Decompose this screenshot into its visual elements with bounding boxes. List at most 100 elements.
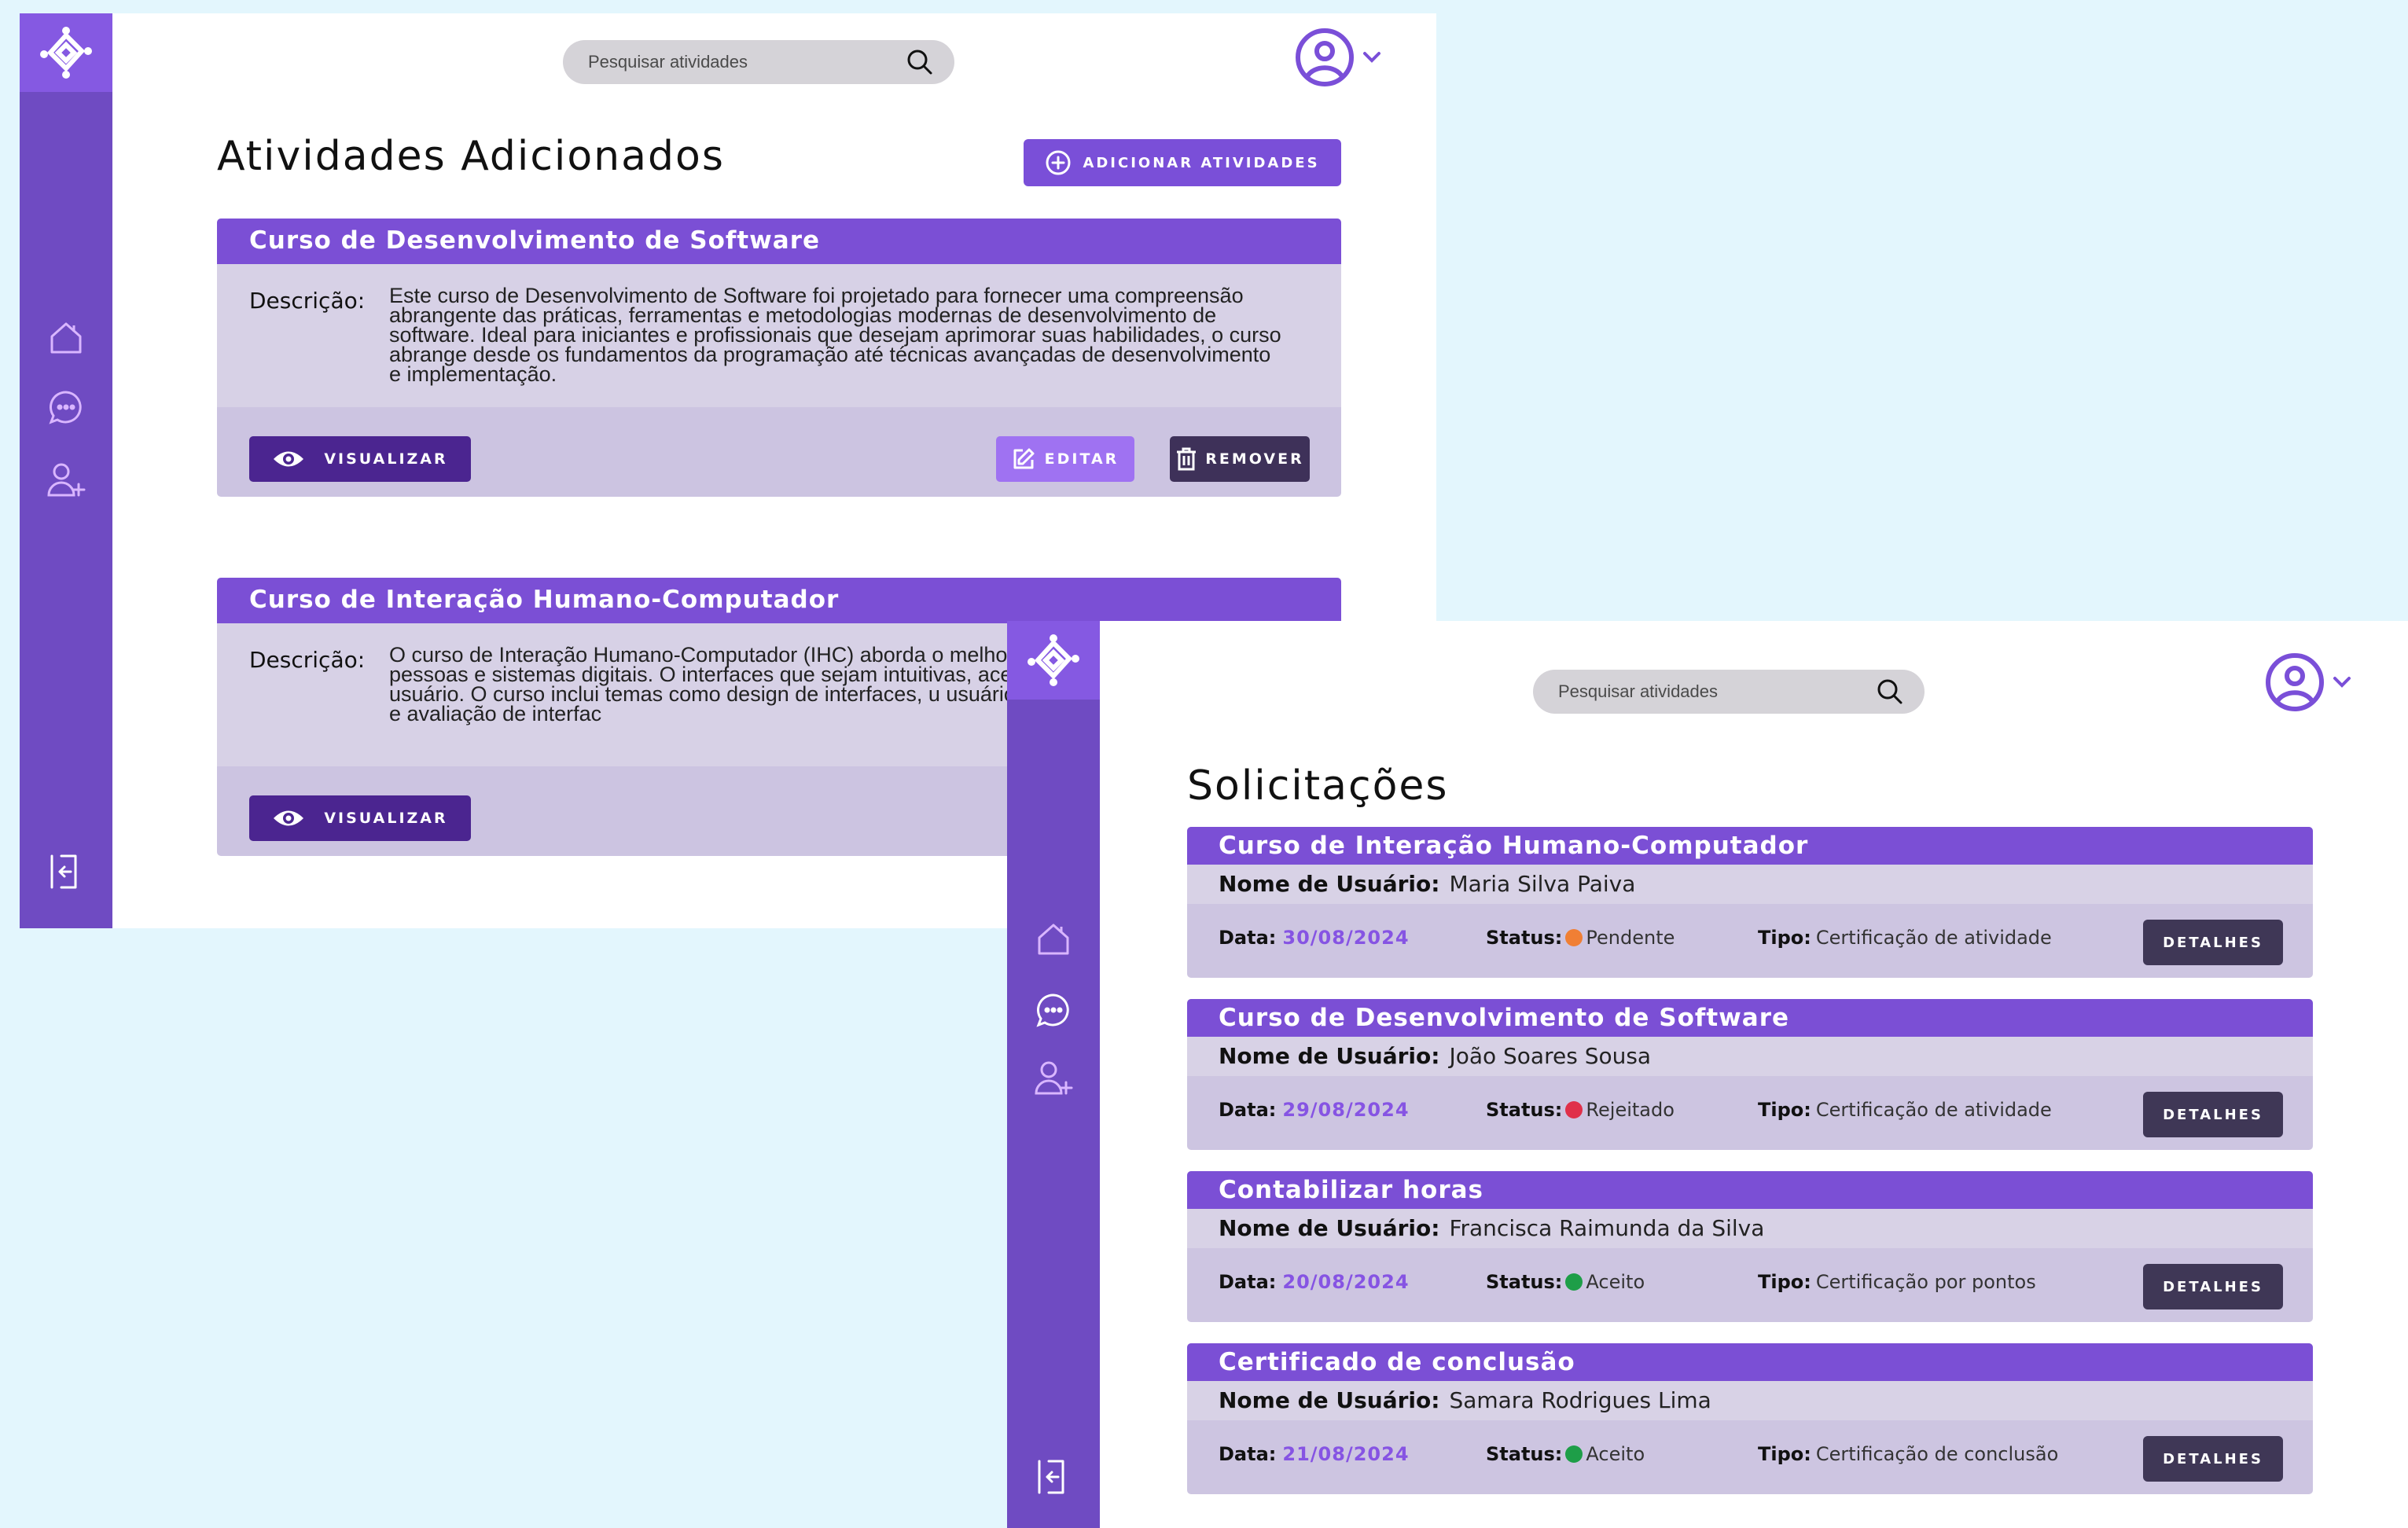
sidebar (1007, 621, 1100, 1528)
status-label: Status: (1486, 1271, 1563, 1293)
edit-icon (1013, 448, 1035, 469)
type-label: Tipo: (1758, 1443, 1811, 1465)
date-value: 21/08/2024 (1282, 1443, 1410, 1465)
app-logo[interactable] (1007, 621, 1100, 700)
user-menu[interactable] (1295, 28, 1381, 87)
search-icon[interactable] (904, 46, 936, 78)
trash-icon (1177, 447, 1197, 471)
edit-button[interactable]: EDITAR (996, 436, 1134, 482)
chevron-down-icon (2333, 677, 2351, 688)
status-field: Status: Aceito (1486, 1271, 1645, 1293)
view-label: VISUALIZAR (324, 450, 448, 468)
description-label: Descrição: (249, 647, 366, 673)
type-value: Certificação de atividade (1815, 1099, 2052, 1121)
status-dot-icon (1565, 929, 1583, 946)
request-title: Curso de Interação Humano-Computador (1187, 827, 2313, 865)
add-activity-button[interactable]: ADICIONAR ATIVIDADES (1024, 139, 1341, 186)
date-value: 20/08/2024 (1282, 1271, 1410, 1293)
logout-icon[interactable] (1007, 1449, 1100, 1504)
details-button[interactable]: DETALHES (2143, 1436, 2283, 1482)
requests-screen: Solicitações Curso de Interação Humano-C… (1007, 621, 2408, 1528)
view-button[interactable]: VISUALIZAR (249, 795, 471, 841)
status-value: Pendente (1586, 927, 1675, 949)
page-title: Atividades Adicionados (217, 133, 725, 180)
user-label: Nome de Usuário: (1219, 871, 1440, 897)
date-label: Data: (1219, 1271, 1277, 1293)
date-field: Data: 30/08/2024 (1219, 927, 1410, 949)
status-dot-icon (1565, 1101, 1583, 1118)
date-value: 29/08/2024 (1282, 1099, 1410, 1121)
request-user-row: Nome de Usuário: João Soares Sousa (1187, 1037, 2313, 1076)
sidebar (20, 13, 112, 928)
user-name: Francisca Raimunda da Silva (1449, 1215, 1765, 1241)
details-button[interactable]: DETALHES (2143, 1264, 2283, 1309)
activity-title: Curso de Interação Humano-Computador (217, 578, 1341, 623)
home-icon[interactable] (20, 310, 112, 365)
status-field: Status: Aceito (1486, 1443, 1645, 1465)
activity-actions: VISUALIZAR EDITAR REMOVER (217, 407, 1341, 497)
date-label: Data: (1219, 927, 1277, 949)
remove-button[interactable]: REMOVER (1170, 436, 1310, 482)
user-menu[interactable] (2265, 652, 2351, 712)
date-label: Data: (1219, 1443, 1277, 1465)
type-field: Tipo: Certificação por pontos (1758, 1271, 2036, 1293)
activity-description-box: Descrição: Este curso de Desenvolvimento… (217, 264, 1341, 407)
app-logo[interactable] (20, 13, 112, 92)
add-user-icon[interactable] (1007, 1052, 1100, 1107)
home-icon[interactable] (1007, 912, 1100, 967)
type-value: Certificação de atividade (1815, 927, 2052, 949)
logo-icon (1028, 634, 1079, 686)
type-field: Tipo: Certificação de atividade (1758, 1099, 2052, 1121)
request-user-row: Nome de Usuário: Francisca Raimunda da S… (1187, 1209, 2313, 1248)
status-dot-icon (1565, 1273, 1583, 1291)
view-button[interactable]: VISUALIZAR (249, 436, 471, 482)
request-user-row: Nome de Usuário: Maria Silva Paiva (1187, 865, 2313, 904)
user-label: Nome de Usuário: (1219, 1387, 1440, 1413)
status-value: Aceito (1586, 1271, 1645, 1293)
plus-circle-icon (1046, 150, 1071, 175)
date-field: Data: 29/08/2024 (1219, 1099, 1410, 1121)
type-value: Certificação por pontos (1815, 1271, 2036, 1293)
details-button[interactable]: DETALHES (2143, 1092, 2283, 1137)
status-label: Status: (1486, 1099, 1563, 1121)
eye-icon (274, 810, 304, 826)
eye-icon (274, 451, 304, 467)
date-value: 30/08/2024 (1282, 927, 1410, 949)
request-card: Certificado de conclusão Nome de Usuário… (1187, 1343, 2313, 1494)
chat-icon[interactable] (20, 380, 112, 435)
activity-card: Curso de Desenvolvimento de Software Des… (217, 219, 1341, 497)
request-title: Certificado de conclusão (1187, 1343, 2313, 1381)
date-field: Data: 20/08/2024 (1219, 1271, 1410, 1293)
search-input[interactable] (1558, 681, 1874, 702)
add-user-icon[interactable] (20, 454, 112, 509)
request-meta: Data: 21/08/2024 Status: Aceito Tipo: Ce… (1187, 1420, 2313, 1494)
details-button[interactable]: DETALHES (2143, 920, 2283, 965)
activity-title: Curso de Desenvolvimento de Software (217, 219, 1341, 264)
status-label: Status: (1486, 927, 1563, 949)
user-name: João Soares Sousa (1449, 1043, 1652, 1069)
view-label: VISUALIZAR (324, 810, 448, 827)
request-meta: Data: 29/08/2024 Status: Rejeitado Tipo:… (1187, 1076, 2313, 1150)
type-field: Tipo: Certificação de conclusão (1758, 1443, 2058, 1465)
type-label: Tipo: (1758, 1271, 1811, 1293)
search-bar (563, 40, 954, 84)
request-title: Curso de Desenvolvimento de Software (1187, 999, 2313, 1037)
chat-icon[interactable] (1007, 983, 1100, 1038)
type-label: Tipo: (1758, 927, 1811, 949)
date-field: Data: 21/08/2024 (1219, 1443, 1410, 1465)
request-user-row: Nome de Usuário: Samara Rodrigues Lima (1187, 1381, 2313, 1420)
remove-label: REMOVER (1205, 450, 1304, 468)
status-value: Aceito (1586, 1443, 1645, 1465)
logout-icon[interactable] (20, 844, 112, 899)
edit-label: EDITAR (1044, 450, 1119, 468)
description-text: Este curso de Desenvolvimento de Softwar… (389, 284, 1281, 386)
chevron-down-icon (1363, 52, 1380, 63)
search-input[interactable] (588, 52, 904, 72)
user-name: Samara Rodrigues Lima (1449, 1387, 1711, 1413)
logo-icon (40, 27, 92, 79)
status-field: Status: Pendente (1486, 927, 1675, 949)
date-label: Data: (1219, 1099, 1277, 1121)
description-label: Descrição: (249, 288, 366, 314)
search-icon[interactable] (1874, 676, 1906, 707)
user-avatar-icon (2266, 653, 2324, 711)
